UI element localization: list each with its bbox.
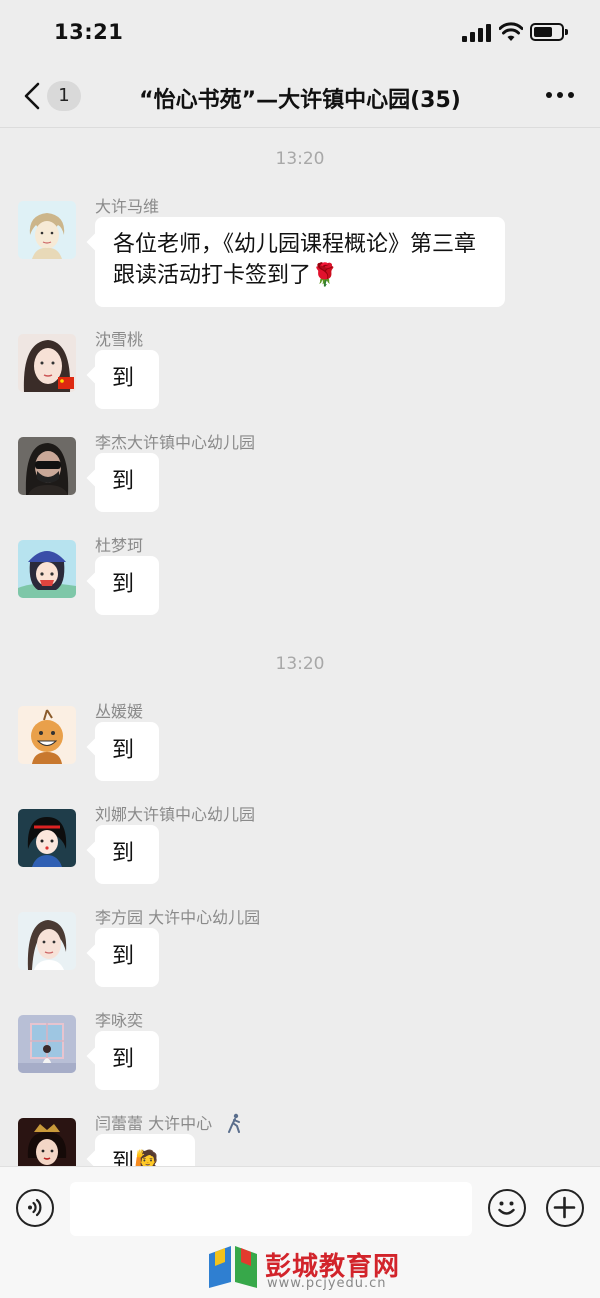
message-bubble[interactable]: 各位老师，《幼儿园课程概论》第三章跟读活动打卡签到了🌹 bbox=[95, 217, 505, 307]
chat-header: 1 “怡心书苑”—大许镇中心园(35) bbox=[0, 64, 600, 128]
sender-name: 李方园 大许中心幼儿园 bbox=[95, 908, 261, 927]
sender-name: 刘娜大许镇中心幼儿园 bbox=[95, 805, 256, 824]
message-bubble[interactable]: 到 bbox=[95, 928, 159, 987]
signal-icon bbox=[462, 24, 492, 42]
sender-name: 李杰大许镇中心幼儿园 bbox=[95, 433, 256, 452]
sender-name: 闫蕾蕾 大许中心 bbox=[95, 1110, 243, 1134]
avatar[interactable] bbox=[18, 706, 76, 764]
battery-icon bbox=[530, 23, 568, 41]
wifi-icon bbox=[499, 22, 523, 41]
message-text: 到 bbox=[112, 944, 135, 969]
avatar[interactable] bbox=[18, 334, 76, 392]
message-bubble[interactable]: 到 bbox=[95, 556, 159, 615]
message-bubble[interactable]: 到 bbox=[95, 722, 159, 781]
message-input[interactable] bbox=[70, 1182, 472, 1236]
avatar[interactable] bbox=[18, 809, 76, 867]
chat-title: “怡心书苑”—大许镇中心园(35) bbox=[139, 88, 461, 113]
sender-name: 大许马维 bbox=[95, 197, 160, 216]
voice-icon[interactable] bbox=[16, 1189, 54, 1227]
plus-icon[interactable] bbox=[546, 1189, 584, 1227]
message-text: 到 bbox=[112, 572, 135, 597]
sender-name: 丛媛媛 bbox=[95, 702, 144, 721]
message-timestamp: 13:20 bbox=[275, 654, 325, 674]
message-bubble[interactable]: 到 bbox=[95, 1031, 159, 1090]
message-timestamp: 13:20 bbox=[275, 149, 325, 169]
message-text: 到 bbox=[112, 841, 135, 866]
message-text: 到 bbox=[112, 1047, 135, 1072]
walking-person-icon bbox=[228, 1113, 241, 1133]
emoji-icon[interactable] bbox=[488, 1189, 526, 1227]
rose-emoji-icon: 🌹 bbox=[311, 263, 339, 288]
message-text: 到 bbox=[112, 738, 135, 763]
watermark: 彭城教育网 www.pcjyedu.cn bbox=[205, 1240, 415, 1294]
watermark-logo-icon bbox=[209, 1246, 257, 1288]
sender-name: 李咏奕 bbox=[95, 1011, 144, 1030]
status-bar: 13:21 bbox=[0, 0, 600, 64]
message-bubble[interactable]: 到 bbox=[95, 825, 159, 884]
message-text: 到 bbox=[112, 366, 135, 391]
message-bubble[interactable]: 到 bbox=[95, 453, 159, 512]
avatar[interactable] bbox=[18, 201, 76, 259]
more-icon[interactable] bbox=[544, 92, 576, 102]
message-bubble[interactable]: 到 bbox=[95, 350, 159, 409]
status-time: 13:21 bbox=[54, 20, 124, 44]
message-text: 到 bbox=[112, 469, 135, 494]
message-text: 各位老师，《幼儿园课程概论》第三章跟读活动打卡签到了 bbox=[113, 232, 477, 288]
avatar[interactable] bbox=[18, 1015, 76, 1073]
avatar[interactable] bbox=[18, 912, 76, 970]
sender-name: 杜梦珂 bbox=[95, 536, 144, 555]
sender-name: 沈雪桃 bbox=[95, 330, 144, 349]
avatar[interactable] bbox=[18, 540, 76, 598]
avatar[interactable] bbox=[18, 437, 76, 495]
